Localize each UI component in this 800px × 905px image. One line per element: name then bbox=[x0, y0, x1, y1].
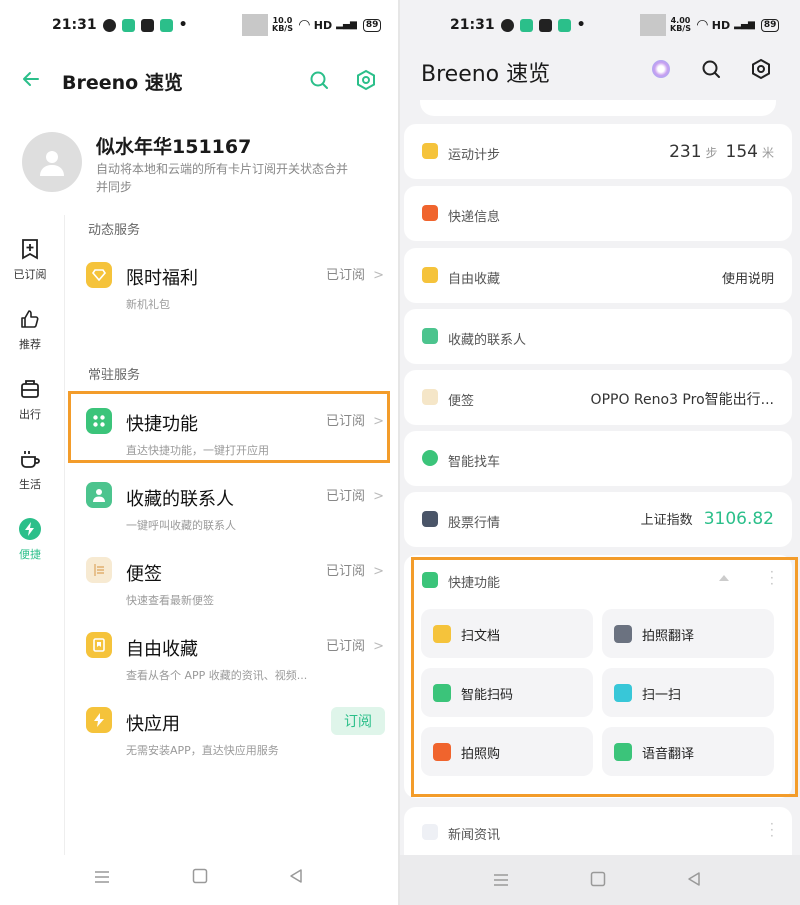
note-icon bbox=[86, 557, 112, 583]
status-subscribed[interactable]: 已订阅 > bbox=[326, 264, 384, 283]
card-news[interactable]: 新闻资讯 · · · bbox=[404, 807, 792, 855]
tiktok-icon bbox=[538, 18, 552, 32]
status-bar-right: 10.0 KB/S ◠ HD ▂▄▆ 89 bbox=[242, 14, 382, 36]
service-notes[interactable]: 便签 快速查看最新便签 bbox=[126, 560, 214, 608]
step-stats: 231 步 154 米 bbox=[669, 142, 774, 162]
app-icon bbox=[121, 18, 135, 32]
card-favorite-contacts[interactable]: 收藏的联系人 bbox=[404, 309, 792, 364]
stock-chart-icon bbox=[422, 511, 438, 527]
breeno-assistant-icon[interactable] bbox=[652, 60, 670, 78]
page-title: Breeno 速览 bbox=[62, 72, 183, 94]
status-subscribed[interactable]: 已订阅 > bbox=[326, 560, 384, 579]
service-free-collection[interactable]: 自由收藏 查看从各个 APP 收藏的资讯、视频... bbox=[126, 635, 316, 683]
back-nav-icon[interactable] bbox=[289, 868, 303, 889]
wechat-icon bbox=[500, 18, 514, 32]
status-bar-right: 4.00 KB/S ◠ HD ▂▄▆ 89 bbox=[640, 14, 780, 36]
status-bar: 21:31 • bbox=[450, 17, 586, 33]
status-subscribed[interactable]: 已订阅 > bbox=[326, 635, 384, 654]
section-dynamic: 动态服务 bbox=[88, 223, 141, 238]
stock-index: 上证指数 3106.82 bbox=[640, 509, 774, 529]
note-icon bbox=[422, 389, 438, 405]
card-find-car[interactable]: 智能找车 bbox=[404, 431, 792, 486]
back-nav-icon[interactable] bbox=[687, 871, 701, 892]
lightning-icon bbox=[86, 707, 112, 733]
profile-name: 似水年华151167 bbox=[96, 136, 252, 158]
contact-icon bbox=[86, 482, 112, 508]
wifi-icon: ◠ bbox=[696, 17, 708, 33]
news-icon bbox=[422, 824, 438, 840]
sidebar-item-subscribed[interactable]: 已订阅 bbox=[8, 238, 52, 282]
sidebar-item-travel[interactable]: 出行 bbox=[8, 378, 52, 422]
battery-icon: 89 bbox=[760, 18, 780, 32]
status-subscribed[interactable]: 已订阅 > bbox=[326, 485, 384, 504]
tiktok-icon bbox=[140, 18, 154, 32]
home-icon[interactable] bbox=[590, 871, 606, 892]
service-quick-functions[interactable]: 快捷功能 直达快捷功能，一键打开应用 bbox=[126, 410, 269, 458]
gift-icon bbox=[86, 262, 112, 288]
home-icon[interactable] bbox=[192, 868, 208, 889]
status-time: 21:31 bbox=[52, 17, 97, 33]
profile-desc: 自动将本地和云端的所有卡片订阅开关状态合并 并同步 bbox=[96, 162, 349, 194]
network-label: HD bbox=[711, 18, 731, 32]
back-icon[interactable] bbox=[18, 66, 44, 92]
subscription-panel: 21:31 • 10.0 KB/S ◠ HD ▂▄▆ 89 Breeno 速览 似… bbox=[0, 0, 398, 905]
app-icon bbox=[159, 18, 173, 32]
signal-icon: ▂▄▆ bbox=[734, 20, 755, 30]
note-preview: OPPO Reno3 Pro智能出行... bbox=[590, 392, 774, 408]
status-bar: 21:31 • bbox=[52, 17, 188, 33]
card-step-count[interactable]: 运动计步 231 步 154 米 bbox=[404, 124, 792, 179]
sidebar-item-recommend[interactable]: 推荐 bbox=[8, 308, 52, 352]
wechat-icon bbox=[102, 18, 116, 32]
parking-icon bbox=[422, 450, 438, 466]
battery-icon: 89 bbox=[362, 18, 382, 32]
wifi-icon: ◠ bbox=[298, 17, 310, 33]
bookmark-icon bbox=[86, 632, 112, 658]
settings-icon[interactable] bbox=[353, 67, 379, 93]
status-time: 21:31 bbox=[450, 17, 495, 33]
signal-icon: ▂▄▆ bbox=[336, 20, 357, 30]
app-icon bbox=[557, 18, 571, 32]
menu-icon[interactable] bbox=[94, 868, 110, 889]
bookmark-icon bbox=[422, 267, 438, 283]
walking-icon bbox=[422, 143, 438, 159]
quick-functions-icon bbox=[86, 408, 112, 434]
page-title: Breeno 速览 bbox=[421, 62, 551, 87]
section-resident: 常驻服务 bbox=[88, 368, 141, 383]
sidebar-item-convenient[interactable]: 便捷 bbox=[8, 518, 52, 562]
card-express[interactable]: 快递信息 bbox=[404, 186, 792, 241]
highlight-box bbox=[411, 557, 798, 797]
app-icon bbox=[519, 18, 533, 32]
subscribe-button[interactable]: 订阅 bbox=[331, 707, 385, 735]
sidebar-divider bbox=[64, 215, 65, 855]
menu-icon[interactable] bbox=[493, 871, 509, 892]
service-limited-welfare[interactable]: 限时福利 新机礼包 bbox=[126, 264, 198, 312]
card-stocks[interactable]: 股票行情 上证指数 3106.82 bbox=[404, 492, 792, 547]
card-free-collection[interactable]: 自由收藏 使用说明 bbox=[404, 248, 792, 303]
usage-guide-link[interactable]: 使用说明 bbox=[722, 268, 774, 287]
package-icon bbox=[422, 205, 438, 221]
card-notes[interactable]: 便签 OPPO Reno3 Pro智能出行... bbox=[404, 370, 792, 425]
sidebar-item-life[interactable]: 生活 bbox=[8, 448, 52, 492]
status-subscribed[interactable]: 已订阅 > bbox=[326, 410, 384, 429]
search-icon[interactable] bbox=[698, 56, 724, 82]
search-icon[interactable] bbox=[306, 67, 332, 93]
service-favorite-contacts[interactable]: 收藏的联系人 一键呼叫收藏的联系人 bbox=[126, 485, 236, 533]
contact-icon bbox=[422, 328, 438, 344]
service-quick-app[interactable]: 快应用 无需安装APP，直达快应用服务 bbox=[126, 710, 279, 758]
settings-icon[interactable] bbox=[748, 56, 774, 82]
network-label: HD bbox=[313, 18, 333, 32]
avatar[interactable] bbox=[22, 132, 82, 192]
card-top-edge bbox=[420, 100, 776, 116]
more-icon[interactable]: · · · bbox=[770, 818, 774, 842]
